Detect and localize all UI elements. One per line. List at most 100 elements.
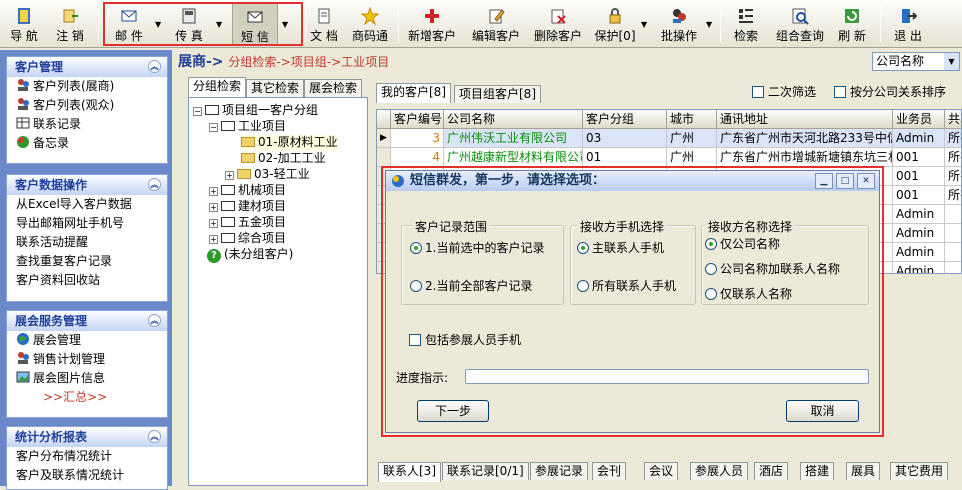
tab-hotel[interactable]: 酒店 bbox=[754, 462, 789, 480]
checkbox-box[interactable] bbox=[752, 86, 764, 98]
table-cell: 广州越康新型材料有限公司 bbox=[444, 148, 583, 167]
table-row[interactable]: ▶3广州伟沃工业有限公司03广州广东省广州市天河北路233号中信Admin所有 bbox=[377, 129, 961, 148]
tree-node-processing[interactable]: 02-加工工业 bbox=[241, 151, 326, 166]
collapse-chevron-icon[interactable]: ︽ bbox=[148, 430, 161, 443]
tab-exhibit-records[interactable]: 参展记录 bbox=[530, 462, 589, 480]
tab-equipment[interactable]: 展具 bbox=[846, 462, 881, 480]
toolbar-add-customer-button[interactable]: 新增客户 bbox=[404, 3, 460, 45]
table-cell: 广州伟沃工业有限公司 bbox=[444, 129, 583, 148]
secondary-filter-checkbox[interactable]: 二次筛选 bbox=[752, 85, 816, 99]
collapse-chevron-icon[interactable]: ︽ bbox=[148, 60, 161, 73]
panel-header[interactable]: 客户数据操作 ︽ bbox=[7, 175, 167, 195]
tab-contact-records[interactable]: 联系记录[0/1] bbox=[442, 462, 529, 480]
sidebar-item-activity-reminder[interactable]: 联系活动提醒 bbox=[7, 233, 167, 252]
checkbox-box[interactable] bbox=[834, 86, 846, 98]
tree-node-comprehensive[interactable]: + 综合项目 bbox=[209, 231, 286, 246]
table-cell bbox=[945, 243, 961, 262]
expand-icon[interactable]: + bbox=[209, 203, 218, 212]
dialog-highlight-frame bbox=[381, 166, 884, 437]
panel-header[interactable]: 展会服务管理 ︽ bbox=[7, 311, 167, 331]
tree-root[interactable]: − 项目组一客户分组 bbox=[193, 103, 318, 118]
toolbar-logout-button[interactable]: 注 销 bbox=[52, 3, 88, 45]
tab-meetings[interactable]: 会议 bbox=[644, 462, 679, 480]
help-icon: ? bbox=[207, 249, 221, 263]
tree-node-building-materials[interactable]: + 建材项目 bbox=[209, 199, 286, 214]
tab-exhibition-search[interactable]: 展会检索 bbox=[304, 79, 363, 97]
table-cell bbox=[945, 205, 961, 224]
tab-project-customers[interactable]: 项目组客户[8] bbox=[454, 85, 541, 103]
collapse-chevron-icon[interactable]: ︽ bbox=[148, 314, 161, 327]
chevron-down-icon[interactable]: ▼ bbox=[944, 53, 959, 70]
table-cell bbox=[945, 262, 961, 273]
batch-dropdown-arrow[interactable]: ▼ bbox=[706, 20, 712, 29]
toolbar-batch-button[interactable]: 批操作 bbox=[656, 3, 702, 45]
sidebar-item-find-duplicates[interactable]: 查找重复客户记录 bbox=[7, 252, 167, 271]
tab-catalog[interactable]: 会刊 bbox=[592, 462, 627, 480]
column-header[interactable]: 城市 bbox=[667, 110, 717, 129]
collapse-icon[interactable]: − bbox=[193, 107, 202, 116]
sidebar-item-summary[interactable]: >>汇总>> bbox=[7, 388, 167, 407]
toolbar-protect-button[interactable]: 保护[0] bbox=[592, 3, 638, 45]
panel-header[interactable]: 客户管理 ︽ bbox=[7, 57, 167, 77]
column-header[interactable]: 共享 bbox=[945, 110, 961, 129]
column-header[interactable]: 通讯地址 bbox=[717, 110, 893, 129]
expand-icon[interactable]: + bbox=[209, 187, 218, 196]
expand-icon[interactable]: + bbox=[225, 171, 234, 180]
table-cell: Admin bbox=[893, 129, 945, 148]
toolbar-shangmatong-button[interactable]: 商码通 bbox=[348, 3, 392, 45]
column-header[interactable]: 客户分组 bbox=[583, 110, 667, 129]
toolbar-delete-customer-button[interactable]: 删除客户 bbox=[530, 3, 586, 45]
sidebar-item-contact-stats[interactable]: 客户及联系情况统计 bbox=[7, 466, 167, 485]
tab-construction[interactable]: 搭建 bbox=[800, 462, 835, 480]
sidebar-item-distribution-stats[interactable]: 客户分布情况统计 bbox=[7, 447, 167, 466]
tree-node-light-industry[interactable]: +03-轻工业 bbox=[225, 167, 310, 182]
sidebar-item-contact-records[interactable]: 联系记录 bbox=[7, 115, 167, 134]
expand-icon[interactable]: + bbox=[209, 235, 218, 244]
toolbar-navigate-button[interactable]: 导 航 bbox=[6, 3, 42, 45]
sidebar-item-exhibition-images[interactable]: 展会图片信息 bbox=[7, 369, 167, 388]
tab-group-search[interactable]: 分组检索 bbox=[188, 77, 247, 97]
batch-icon bbox=[670, 7, 688, 25]
breadcrumb: 展商-> 分组检索->项目组->工业项目 bbox=[178, 54, 390, 70]
protect-dropdown-arrow[interactable]: ▼ bbox=[641, 20, 647, 29]
sidebar-item-export-contacts[interactable]: 导出邮箱网址手机号 bbox=[7, 214, 167, 233]
toolbar-edit-customer-button[interactable]: 编辑客户 bbox=[468, 3, 524, 45]
tree-node-hardware[interactable]: + 五金项目 bbox=[209, 215, 286, 230]
tab-other-fees[interactable]: 其它费用 bbox=[890, 462, 949, 480]
table-cell bbox=[945, 224, 961, 243]
tree-node-industrial[interactable]: − 工业项目 bbox=[209, 119, 286, 134]
toolbar-combined-query-button[interactable]: 组合查询 bbox=[772, 3, 828, 45]
sidebar-item-sales-plan[interactable]: 销售计划管理 bbox=[7, 350, 167, 369]
sidebar-item-exhibitor-list[interactable]: 客户列表(展商) bbox=[7, 77, 167, 96]
tree-root-icon bbox=[205, 105, 219, 115]
toolbar-search-button[interactable]: 检索 bbox=[728, 3, 764, 45]
tab-my-customers[interactable]: 我的客户[8] bbox=[376, 83, 451, 103]
sidebar-item-recycle-bin[interactable]: 客户资料回收站 bbox=[7, 271, 167, 290]
category-icon bbox=[221, 217, 235, 227]
panel-header[interactable]: 统计分析报表 ︽ bbox=[7, 427, 167, 447]
sidebar-item-exhibition-management[interactable]: 展会管理 bbox=[7, 331, 167, 350]
tab-exhibit-staff[interactable]: 参展人员 bbox=[690, 462, 749, 480]
sidebar-item-visitor-list[interactable]: 客户列表(观众) bbox=[7, 96, 167, 115]
column-header[interactable]: 业务员 bbox=[893, 110, 945, 129]
collapse-chevron-icon[interactable]: ︽ bbox=[148, 178, 161, 191]
toolbar-exit-button[interactable]: 退 出 bbox=[888, 3, 928, 45]
toolbar-refresh-button[interactable]: 刷 新 bbox=[832, 3, 872, 45]
tab-contacts[interactable]: 联系人[3] bbox=[378, 462, 441, 482]
category-icon bbox=[221, 121, 235, 131]
column-header[interactable]: 客户编号 bbox=[391, 110, 444, 129]
toolbar-document-button[interactable]: 文 档 bbox=[307, 3, 341, 45]
expand-icon[interactable]: + bbox=[209, 219, 218, 228]
sidebar-item-excel-import[interactable]: 从Excel导入客户数据 bbox=[7, 195, 167, 214]
panel-customer-management: 客户管理 ︽ 客户列表(展商) 客户列表(观众) 联系记录 备忘录 bbox=[6, 56, 168, 164]
tree-node-raw-materials[interactable]: 01-原材料工业 bbox=[241, 135, 338, 150]
tree-node-machinery[interactable]: + 机械项目 bbox=[209, 183, 286, 198]
column-header[interactable]: 公司名称 bbox=[444, 110, 583, 129]
tab-other-search[interactable]: 其它检索 bbox=[246, 79, 305, 97]
sort-relation-checkbox[interactable]: 按分公司关系排序 bbox=[834, 85, 946, 99]
search-field-select[interactable]: 公司名称 ▼ bbox=[872, 52, 960, 71]
sidebar-item-memo[interactable]: 备忘录 bbox=[7, 134, 167, 153]
collapse-icon[interactable]: − bbox=[209, 123, 218, 132]
table-row[interactable]: 4广州越康新型材料有限公司01广州广东省广州市增城新塘镇东坑三村001所有 bbox=[377, 148, 961, 167]
tree-node-ungrouped[interactable]: ? (未分组客户) bbox=[207, 247, 293, 263]
